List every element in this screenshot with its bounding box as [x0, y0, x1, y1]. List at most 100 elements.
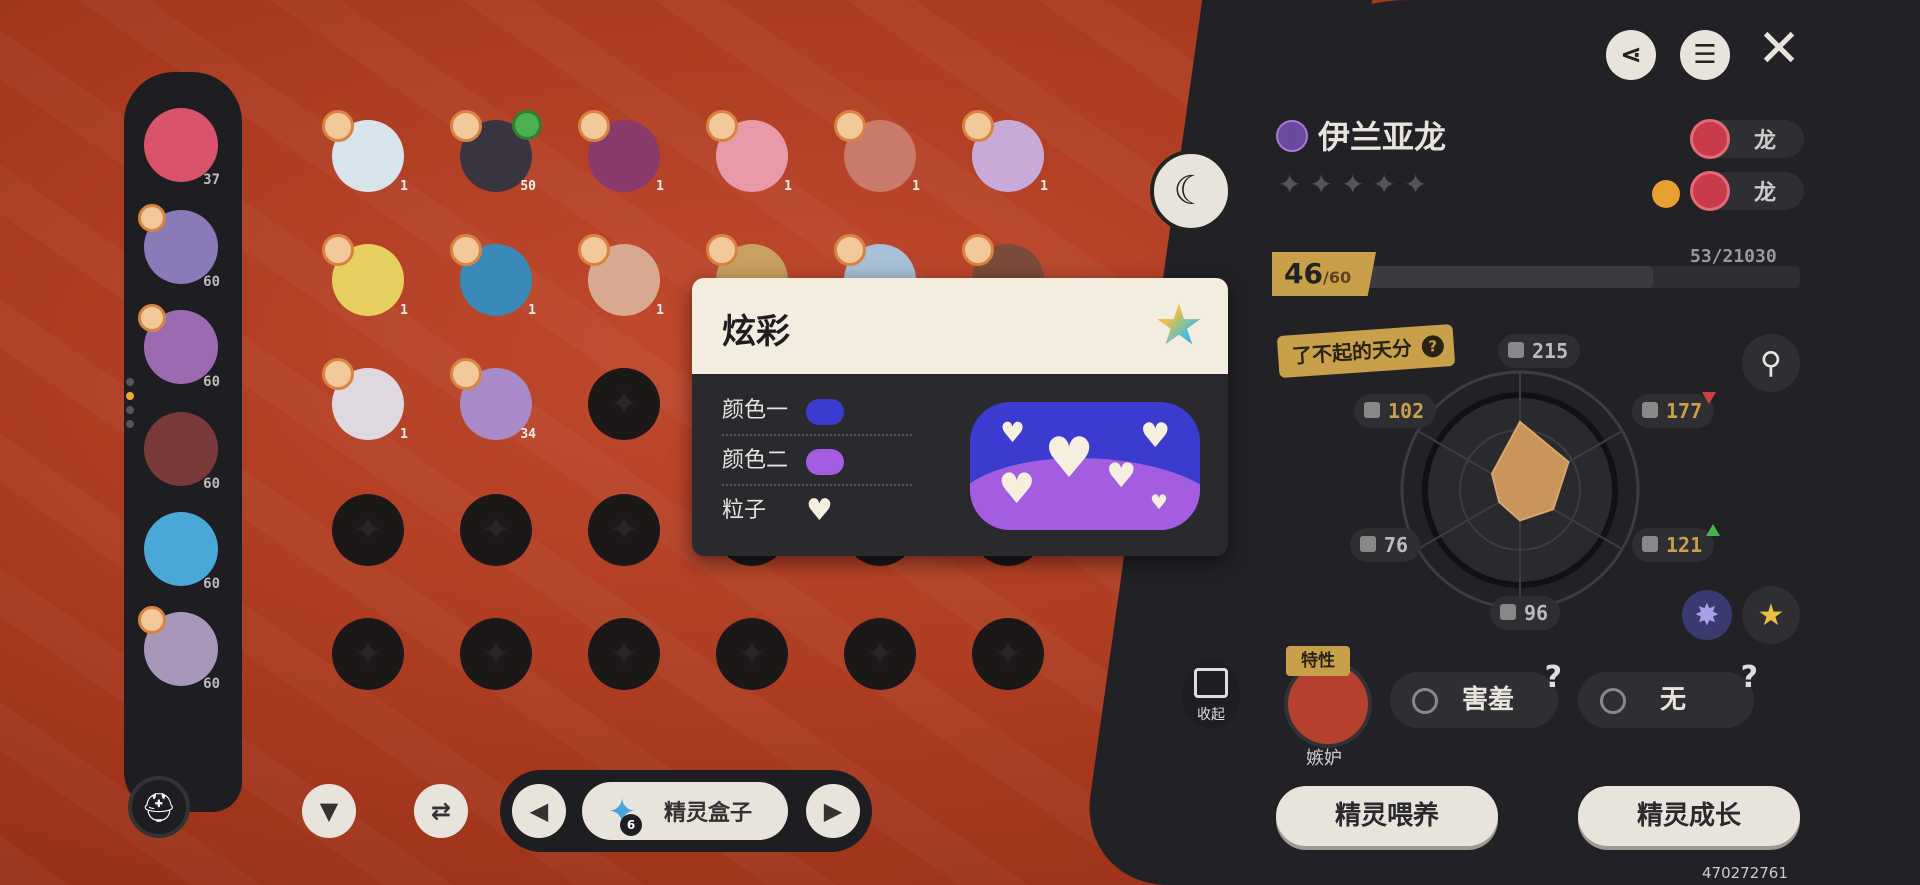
box-name-pill[interactable]: ✦ 6 精灵盒子	[582, 782, 788, 840]
pet-level: 1	[1040, 179, 1048, 194]
team-slot-5[interactable]: 60	[138, 506, 226, 594]
list-icon: ☰	[1693, 40, 1717, 70]
pet-slot[interactable]: 1	[578, 234, 664, 320]
pet-avatar	[460, 618, 532, 690]
pet-slot[interactable]	[840, 614, 920, 694]
shiny-gem-button[interactable]: ✸	[1682, 590, 1732, 640]
pet-level: 1	[912, 179, 920, 194]
pet-level: 50	[520, 179, 536, 194]
prev-box-button[interactable]: ◀	[512, 784, 566, 838]
pet-slot[interactable]: 1	[578, 110, 664, 196]
box-count-badge: 6	[620, 814, 642, 836]
pet-avatar	[972, 618, 1044, 690]
skill-slot-1[interactable]: 害羞 ?	[1390, 660, 1562, 728]
color-one-swatch	[806, 399, 844, 425]
pet-slot[interactable]	[328, 490, 408, 570]
shiny-star-button[interactable]: ★	[1742, 586, 1800, 644]
heart-icon: ♥	[1000, 416, 1026, 449]
lock-icon	[706, 234, 738, 266]
filter-button[interactable]: ▼	[302, 784, 356, 838]
skill-name: 害羞	[1462, 685, 1515, 715]
lock-icon	[322, 358, 354, 390]
pet-slot[interactable]: 50	[450, 110, 542, 196]
swap-icon: ⇄	[430, 797, 452, 825]
pet-level: 1	[400, 179, 408, 194]
pet-slot[interactable]: 1	[322, 110, 408, 196]
pet-avatar	[460, 494, 532, 566]
skill-slot-2[interactable]: 无 ?	[1578, 660, 1758, 728]
color-two-swatch	[806, 449, 844, 475]
popup-header: 炫彩 ★	[692, 278, 1228, 374]
pet-avatar	[332, 494, 404, 566]
pet-slot[interactable]: 34	[450, 358, 536, 444]
list-button[interactable]: ☰	[1680, 30, 1730, 80]
user-id: 470272761	[1702, 864, 1788, 882]
team-strip: 37 60 60 60 60 60	[124, 72, 242, 812]
shiny-popup: 炫彩 ★ 颜色一 颜色二 粒子 ♥ ♥ ♥ ♥ ♥ ♥ ♥	[692, 278, 1228, 556]
pet-slot[interactable]	[968, 614, 1048, 694]
close-button[interactable]: ✕	[1754, 19, 1804, 79]
skill-name: 无	[1660, 685, 1687, 715]
pet-level: 1	[400, 303, 408, 318]
lock-icon	[138, 606, 166, 634]
lock-icon	[450, 110, 482, 142]
pet-slot[interactable]	[456, 490, 536, 570]
stat-spdef: 121	[1632, 528, 1715, 562]
close-icon: ✕	[1757, 19, 1801, 79]
pet-slot[interactable]	[456, 614, 536, 694]
team-slot-3[interactable]: 60	[138, 304, 226, 392]
particle-label: 粒子	[722, 498, 767, 523]
rarity-gem-icon	[1276, 120, 1308, 152]
pet-avatar	[844, 618, 916, 690]
team-slot-4[interactable]: 60	[138, 406, 226, 494]
color-two-row: 颜色二	[722, 436, 912, 486]
type-label: 龙	[1753, 129, 1776, 154]
team-slot-2[interactable]: 60	[138, 204, 226, 292]
fruit-icon	[1652, 180, 1680, 208]
pet-slot[interactable]	[328, 614, 408, 694]
feed-button[interactable]: 精灵喂养	[1276, 786, 1498, 846]
gem-icon: ✸	[1694, 597, 1720, 633]
pet-slot[interactable]	[584, 490, 664, 570]
share-icon: ⋖	[1620, 40, 1642, 70]
pet-level: 1	[656, 179, 664, 194]
pet-slot[interactable]: 1	[322, 358, 408, 444]
heart-icon: ♥	[1044, 426, 1095, 491]
pet-slot[interactable]: 1	[706, 110, 792, 196]
box-label: 精灵盒子	[664, 801, 753, 826]
pet-level: 60	[203, 274, 220, 290]
pet-slot[interactable]	[712, 614, 792, 694]
collapse-button[interactable]: 收起	[1182, 660, 1240, 728]
pet-slot[interactable]: 1	[962, 110, 1048, 196]
pet-slot[interactable]	[584, 614, 664, 694]
pet-slot[interactable]: 1	[322, 234, 408, 320]
share-button[interactable]: ⋖	[1606, 30, 1656, 80]
spirit-icon: ☾	[1173, 168, 1209, 214]
lock-icon	[322, 234, 354, 266]
type-badge-1: 龙	[1690, 119, 1804, 159]
popup-title: 炫彩	[722, 312, 790, 352]
star-rating: ✦✦✦✦✦	[1278, 168, 1436, 201]
helmet-button[interactable]: ⛑	[128, 776, 190, 838]
level-tag: 46/60	[1272, 252, 1376, 296]
magnifier-icon: ⚲	[1760, 345, 1782, 381]
team-slot-6[interactable]: 60	[138, 606, 226, 694]
page-indicator	[126, 372, 134, 434]
lock-icon	[322, 110, 354, 142]
lock-icon	[834, 110, 866, 142]
dark-spirit-button[interactable]: ☾	[1150, 150, 1232, 232]
pet-slot[interactable]	[584, 364, 664, 444]
trait-name: 嫉妒	[1306, 748, 1342, 769]
color-two-label: 颜色二	[722, 448, 789, 473]
pet-avatar	[588, 368, 660, 440]
next-box-button[interactable]: ▶	[806, 784, 860, 838]
pet-slot[interactable]: 1	[450, 234, 536, 320]
grow-button[interactable]: 精灵成长	[1578, 786, 1800, 846]
inspect-button[interactable]: ⚲	[1742, 334, 1800, 392]
rainbow-star-icon: ★	[1153, 293, 1204, 358]
stat-spd: 96	[1490, 596, 1561, 630]
pet-slot[interactable]: 1	[834, 110, 920, 196]
team-swap-button[interactable]: ⇄	[414, 784, 468, 838]
pet-level: 1	[784, 179, 792, 194]
team-slot-1[interactable]: 37	[138, 102, 226, 190]
